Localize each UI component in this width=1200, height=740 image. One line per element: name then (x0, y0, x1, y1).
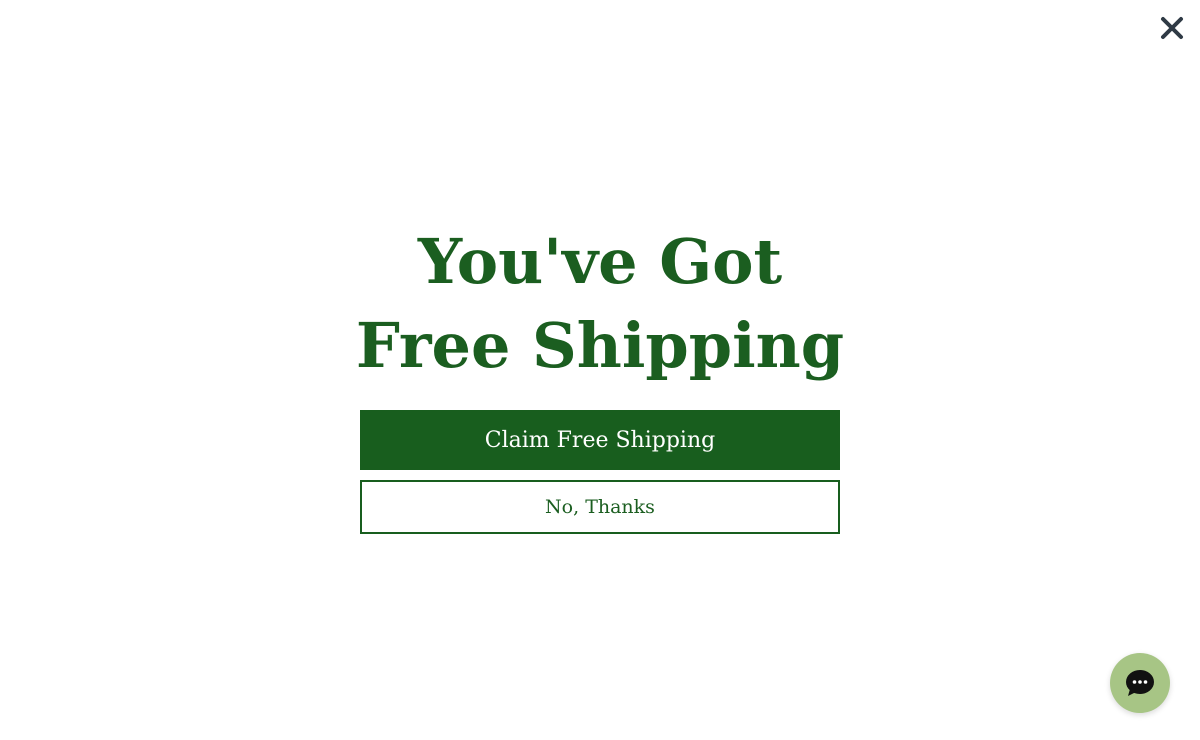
claim-free-shipping-button[interactable]: Claim Free Shipping (360, 410, 840, 470)
chat-bubble-icon (1125, 669, 1155, 697)
decline-button-label: No, Thanks (545, 496, 655, 518)
popup-headline: You've Got Free Shipping (320, 220, 880, 388)
free-shipping-popup: You've Got Free Shipping Claim Free Ship… (356, 220, 844, 534)
close-icon (1160, 16, 1184, 40)
headline-line-2: Free Shipping (355, 309, 845, 382)
no-thanks-button[interactable]: No, Thanks (360, 480, 840, 534)
headline-line-1: You've Got (417, 225, 783, 298)
close-button[interactable] (1154, 10, 1190, 46)
claim-button-label: Claim Free Shipping (484, 427, 716, 453)
chat-launcher-button[interactable] (1110, 653, 1170, 713)
page: You've Got Free Shipping Claim Free Ship… (0, 0, 1200, 740)
